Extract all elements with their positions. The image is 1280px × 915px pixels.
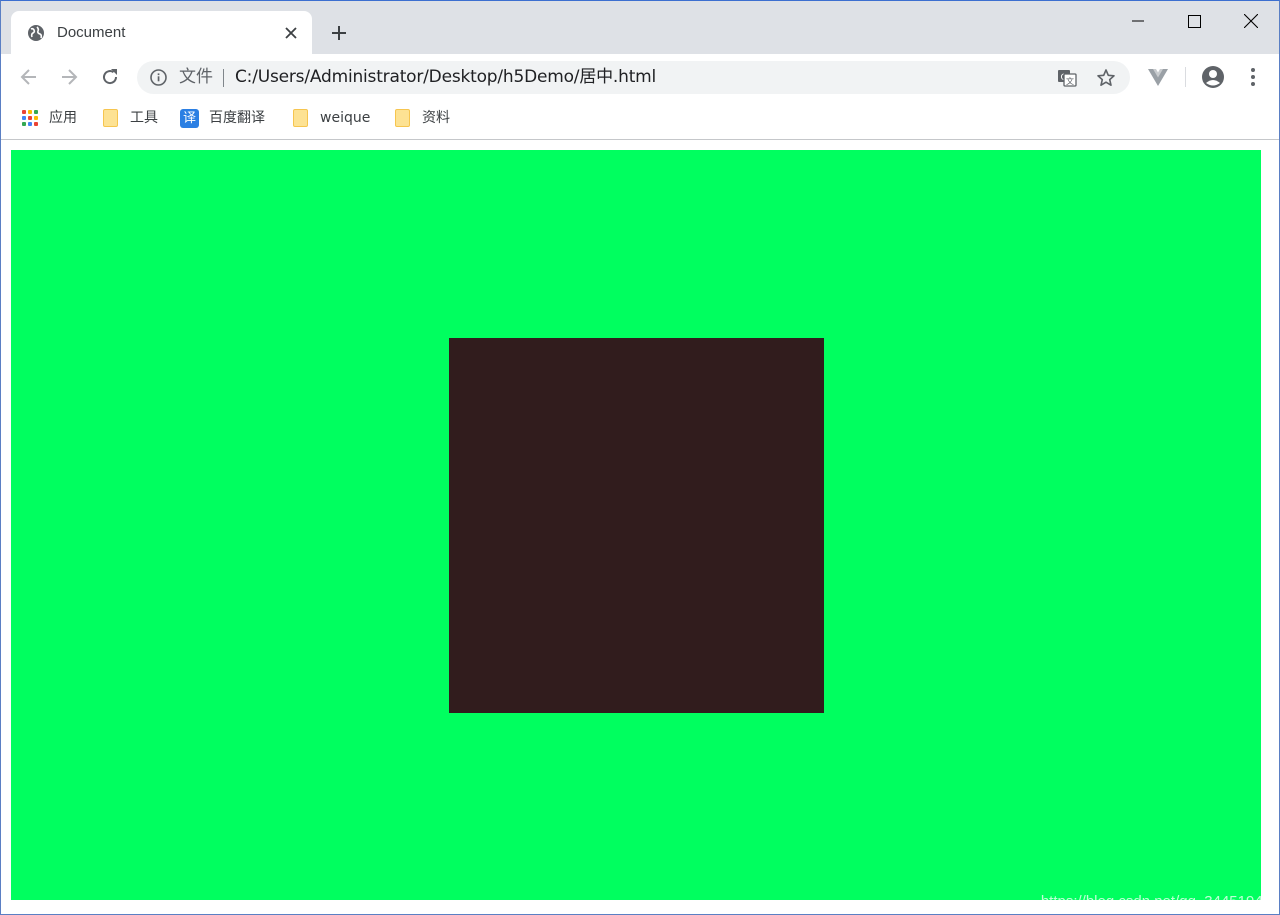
address-bar[interactable]: 文件 C:/Users/Administrator/Desktop/h5Demo… [137, 61, 1130, 94]
bookmark-label: 工具 [130, 110, 158, 126]
toolbar-divider [1185, 67, 1186, 87]
bookmark-materials-folder[interactable]: 资料 [394, 108, 450, 128]
toolbar: 文件 C:/Users/Administrator/Desktop/h5Demo… [1, 54, 1279, 100]
apps-grid-icon [21, 109, 38, 127]
bookmark-weique-folder[interactable]: weique [292, 108, 370, 128]
scheme-label: 文件 [179, 67, 213, 87]
bookmark-baidu-translate[interactable]: 译 百度翻译 [180, 108, 265, 128]
folder-icon [292, 109, 308, 127]
bookmark-label: 资料 [422, 110, 450, 126]
minimize-icon[interactable] [1118, 9, 1158, 33]
outer-green-box [11, 150, 1261, 900]
browser-window: Document 文件 C:/Users/Administrator/Deskt… [0, 0, 1280, 915]
folder-icon [102, 109, 118, 127]
new-tab-icon[interactable] [327, 21, 351, 45]
maximize-icon[interactable] [1174, 9, 1214, 33]
url-text[interactable]: C:/Users/Administrator/Desktop/h5Demo/居中… [235, 67, 656, 88]
close-tab-icon[interactable] [281, 23, 301, 43]
tab-strip: Document [1, 1, 1279, 54]
vue-devtools-icon[interactable] [1145, 64, 1171, 90]
svg-text:文: 文 [1066, 76, 1074, 86]
bookmark-label: 百度翻译 [209, 110, 265, 126]
centered-dark-box [449, 338, 824, 713]
globe-icon [27, 24, 45, 42]
tab-document[interactable]: Document [11, 11, 312, 54]
star-icon[interactable] [1096, 68, 1116, 88]
back-arrow-icon[interactable] [16, 64, 42, 90]
info-icon[interactable] [149, 68, 168, 87]
menu-kebab-icon[interactable] [1240, 64, 1266, 90]
profile-avatar-icon[interactable] [1200, 64, 1226, 90]
bookmark-tools-folder[interactable]: 工具 [102, 108, 158, 128]
reload-icon[interactable] [97, 64, 123, 90]
folder-icon [394, 109, 410, 127]
bookmark-label: weique [320, 110, 371, 126]
forward-arrow-icon[interactable] [56, 64, 82, 90]
close-window-icon[interactable] [1231, 9, 1271, 33]
tab-title: Document [57, 24, 126, 41]
bookmarks-bar: 应用 工具 译 百度翻译 weique 资料 [1, 100, 1279, 140]
bookmark-label: 应用 [49, 110, 77, 126]
translate-icon: 译 [180, 109, 199, 128]
page-viewport: https://blog.csdn.net/qq_34451947 [1, 140, 1279, 914]
translate-page-icon[interactable]: G 文 [1057, 68, 1077, 88]
bookmark-apps[interactable]: 应用 [21, 108, 77, 128]
watermark-text: https://blog.csdn.net/qq_34451947 [1040, 893, 1271, 910]
scheme-separator [223, 69, 224, 87]
